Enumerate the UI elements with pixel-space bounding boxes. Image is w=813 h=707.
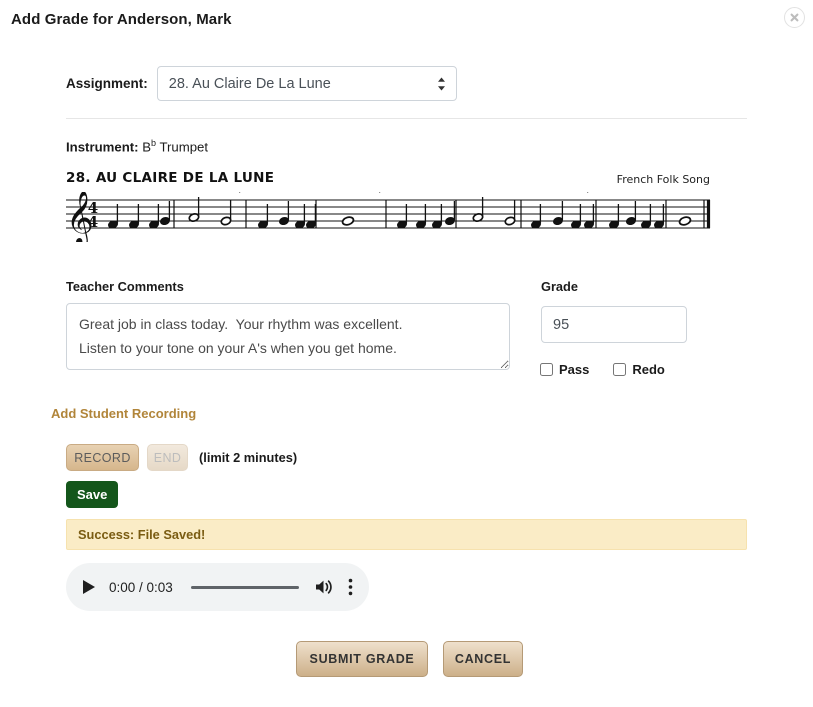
- pass-checkbox-item[interactable]: Pass: [540, 362, 589, 377]
- svg-text:’: ’: [378, 192, 383, 204]
- teacher-comments-input[interactable]: Great job in class today. Your rhythm wa…: [66, 303, 510, 370]
- pass-label[interactable]: Pass: [559, 362, 589, 377]
- save-recording-button[interactable]: Save: [66, 481, 119, 508]
- grade-label: Grade: [541, 279, 578, 294]
- assignment-row: Assignment: 28. Au Claire De La Lune: [66, 66, 457, 101]
- grade-flags: Pass Redo: [540, 362, 689, 377]
- redo-checkbox[interactable]: [613, 363, 627, 376]
- instrument-label: Instrument:: [66, 139, 139, 155]
- record-button[interactable]: RECORD: [66, 444, 139, 471]
- assignment-select[interactable]: 28. Au Claire De La Lune: [156, 66, 457, 101]
- instrument-pitch-letter: B: [142, 139, 151, 155]
- page-title: Add Grade for Anderson, Mark: [11, 11, 232, 28]
- recording-controls: RECORD END (limit 2 minutes): [66, 444, 297, 471]
- play-icon[interactable]: [82, 579, 96, 595]
- audio-player[interactable]: 0:00 / 0:03: [66, 563, 369, 611]
- redo-checkbox-item[interactable]: Redo: [613, 362, 665, 377]
- svg-text:’: ’: [586, 192, 591, 204]
- music-staff: 𝄞 4 4 ’ ’ ’: [66, 186, 711, 247]
- status-banner: Success: File Saved!: [66, 519, 747, 550]
- cancel-button[interactable]: CANCEL: [443, 641, 523, 677]
- add-grade-modal: Add Grade for Anderson, Mark Assignment:…: [0, 0, 813, 707]
- end-recording-button[interactable]: END: [147, 444, 188, 471]
- audio-progress-slider[interactable]: [190, 585, 299, 589]
- svg-text:’: ’: [238, 192, 243, 204]
- music-credit: French Folk Song: [616, 173, 710, 186]
- close-icon[interactable]: [784, 7, 805, 28]
- instrument-name: Trumpet: [156, 139, 209, 155]
- volume-icon[interactable]: [314, 578, 334, 596]
- grade-input[interactable]: [541, 306, 687, 343]
- redo-label[interactable]: Redo: [632, 362, 665, 377]
- more-options-icon[interactable]: [348, 578, 353, 596]
- pass-checkbox[interactable]: [540, 363, 553, 376]
- instrument-line: Instrument: Bb Trumpet: [66, 138, 208, 154]
- assignment-label: Assignment:: [66, 76, 148, 91]
- svg-text:4: 4: [88, 213, 98, 231]
- section-divider: [66, 118, 747, 119]
- submit-grade-button[interactable]: SUBMIT GRADE: [296, 641, 428, 677]
- music-notation: 28. AU CLAIRE DE LA LUNE French Folk Son…: [66, 170, 714, 247]
- teacher-comments-label: Teacher Comments: [66, 279, 184, 294]
- modal-footer: SUBMIT GRADE CANCEL: [296, 641, 523, 677]
- recording-limit-note: (limit 2 minutes): [199, 450, 298, 465]
- assignment-select-wrapper: 28. Au Claire De La Lune: [156, 66, 457, 101]
- add-student-recording-link[interactable]: Add Student Recording: [51, 406, 196, 421]
- audio-time-display: 0:00 / 0:03: [109, 579, 173, 595]
